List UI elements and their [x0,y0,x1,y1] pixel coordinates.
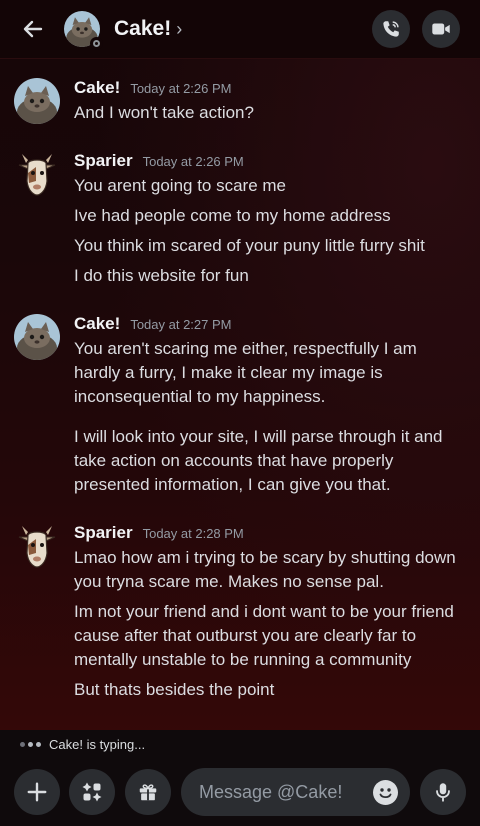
chat-header: Cake! › [0,0,480,59]
cat-avatar-icon [14,78,60,124]
message-group[interactable]: Cake! Today at 2:27 PM You aren't scarin… [0,302,480,497]
message-text: And I won't take action? [74,103,254,122]
emoji-button[interactable] [373,780,398,805]
author-name[interactable]: Cake! [74,314,120,334]
typing-text: Cake! is typing... [49,736,146,752]
apps-button[interactable] [69,769,115,815]
author-name[interactable]: Cake! [74,78,120,98]
timestamp: Today at 2:27 PM [130,317,232,332]
message-input-container[interactable] [181,768,410,816]
author-name[interactable]: Sparier [74,151,133,171]
message-group[interactable]: Cake! Today at 2:26 PM And I won't take … [0,66,480,125]
timestamp: Today at 2:28 PM [142,526,244,541]
gift-button[interactable] [125,769,171,815]
header-avatar[interactable] [64,11,103,50]
message-text: I will look into your site, I will parse… [74,427,443,494]
timestamp: Today at 2:26 PM [142,154,244,169]
author-name[interactable]: Sparier [74,523,133,543]
avatar[interactable] [14,151,60,197]
message-group[interactable]: Sparier Today at 2:26 PM You arent going… [0,139,480,288]
avatar[interactable] [14,314,60,360]
message-text: Ive had people come to my home address [74,206,391,225]
avatar[interactable] [14,78,60,124]
typing-dots-icon [20,741,41,747]
goat-avatar-icon [18,154,56,196]
microphone-icon [436,783,450,802]
timestamp: Today at 2:26 PM [130,81,232,96]
message-text: But thats besides the point [74,680,275,699]
video-call-button[interactable] [422,10,460,48]
message-list: Cake! Today at 2:26 PM And I won't take … [0,66,480,718]
message-text: You arent going to scare me [74,176,287,195]
message-group[interactable]: Sparier Today at 2:28 PM Lmao how am i t… [0,511,480,702]
message-text: Lmao how am i trying to be scary by shut… [74,548,456,591]
plus-icon [27,782,47,802]
back-button[interactable] [16,12,50,46]
header-title[interactable]: Cake! [114,17,171,41]
message-text: Im not your friend and i dont want to be… [74,602,454,669]
message-text: You aren't scaring me either, respectful… [74,339,417,406]
phone-icon [383,21,399,37]
chevron-right-icon[interactable]: › [176,19,182,40]
add-attachment-button[interactable] [14,769,60,815]
smiley-icon [379,788,392,799]
message-composer [0,758,480,826]
avatar[interactable] [14,523,60,569]
goat-avatar-icon [18,526,56,568]
message-input[interactable] [197,780,361,804]
video-camera-icon [432,23,450,35]
voice-call-button[interactable] [372,10,410,48]
gift-icon [139,784,157,801]
voice-message-button[interactable] [420,769,466,815]
apps-icon [82,782,102,802]
message-text: You think im scared of your puny little … [74,236,425,255]
message-text: I do this website for fun [74,266,249,285]
typing-indicator: Cake! is typing... [0,730,480,758]
cat-avatar-icon [14,314,60,360]
arrow-left-icon [23,20,43,38]
offline-status-icon [90,37,103,50]
